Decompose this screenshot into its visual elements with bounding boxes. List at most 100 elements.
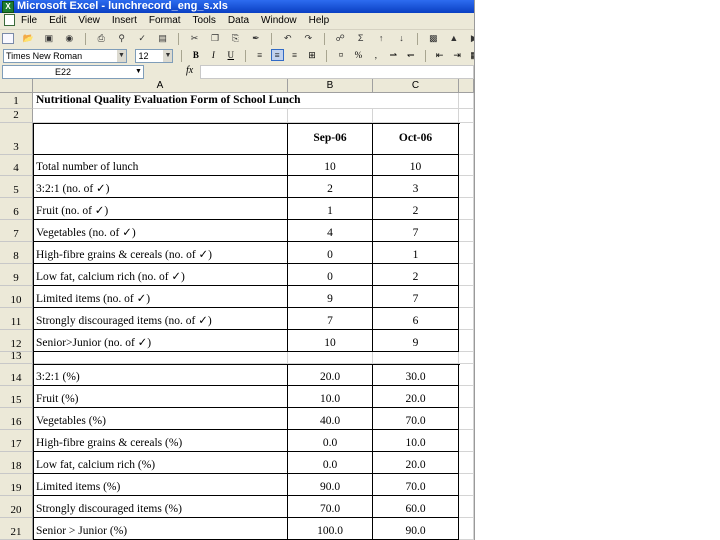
empty-cell[interactable] [459,109,474,123]
row-header[interactable]: 9 [0,264,33,286]
value-sep[interactable]: 10.0 [288,386,373,408]
empty-cell[interactable] [288,352,373,364]
menu-file[interactable]: File [21,13,37,29]
value-sep[interactable]: 0 [288,242,373,264]
menu-format[interactable]: Format [149,13,181,29]
font-size-combo[interactable]: 12 ▼ [135,49,174,63]
value-sep[interactable]: 9 [288,286,373,308]
row-header[interactable]: 10 [0,286,33,308]
autosum-icon[interactable]: Σ [355,33,367,44]
hyperlink-icon[interactable]: ☍ [334,33,346,44]
redo-icon[interactable]: ↷ [302,33,314,44]
empty-cell[interactable] [459,430,474,452]
value-oct[interactable]: 30.0 [373,364,459,386]
paste-icon[interactable]: ⎘ [229,33,241,44]
column-header-a[interactable]: A [33,79,288,93]
cut-icon[interactable]: ✂ [189,33,201,44]
menu-help[interactable]: Help [309,13,330,29]
chevron-down-icon[interactable]: ▼ [163,50,173,62]
comma-style-icon[interactable]: , [369,49,382,61]
value-oct[interactable]: 60.0 [373,496,459,518]
row-header[interactable]: 5 [0,176,33,198]
value-sep[interactable]: 20.0 [288,364,373,386]
select-all-corner[interactable] [0,79,33,93]
decrease-decimal-icon[interactable]: ↽ [404,49,417,61]
value-oct[interactable]: 10 [373,155,459,176]
value-sep[interactable]: 0.0 [288,452,373,474]
menu-edit[interactable]: Edit [49,13,66,29]
column-header-c[interactable]: C [373,79,459,93]
empty-cell[interactable] [459,93,474,109]
value-sep[interactable]: 70.0 [288,496,373,518]
row-header[interactable]: 7 [0,220,33,242]
increase-indent-icon[interactable]: ⇥ [451,49,464,61]
empty-cell[interactable] [33,352,288,364]
row-header[interactable]: 3 [0,123,33,155]
menu-tools[interactable]: Tools [193,13,216,29]
formula-input[interactable] [200,65,474,79]
empty-cell[interactable] [459,364,474,386]
value-oct[interactable]: 1 [373,242,459,264]
value-oct[interactable]: 10.0 [373,430,459,452]
new-icon[interactable] [2,33,14,44]
underline-button[interactable]: U [224,49,237,61]
value-oct[interactable]: 7 [373,286,459,308]
value-oct[interactable]: 2 [373,264,459,286]
row-header[interactable]: 14 [0,364,33,386]
value-sep[interactable]: 1 [288,198,373,220]
empty-cell[interactable] [459,308,474,330]
empty-cell[interactable] [373,352,459,364]
increase-decimal-icon[interactable]: ⇀ [387,49,400,61]
row-header[interactable]: 13 [0,350,33,364]
value-sep[interactable]: 2 [288,176,373,198]
drawing-icon[interactable]: ▲ [448,33,460,44]
copy-icon[interactable]: ❐ [209,33,221,44]
empty-cell[interactable] [459,496,474,518]
font-name-combo[interactable]: Times New Roman ▼ [3,49,127,63]
workbook-icon[interactable] [4,14,15,27]
row-header[interactable]: 21 [0,518,33,540]
value-sep[interactable]: 40.0 [288,408,373,430]
row-header[interactable]: 1 [0,93,33,109]
row-header[interactable]: 8 [0,242,33,264]
empty-cell[interactable] [459,286,474,308]
spelling-icon[interactable]: ✓ [136,33,148,44]
empty-cell[interactable] [459,474,474,496]
research-icon[interactable]: ▤ [157,33,169,44]
sort-ascending-icon[interactable]: ↑ [375,33,387,44]
open-icon[interactable]: 📂 [22,33,34,44]
empty-cell[interactable] [459,242,474,264]
value-oct[interactable]: 70.0 [373,474,459,496]
borders-icon[interactable]: ▦ [468,49,474,61]
row-header[interactable]: 12 [0,330,33,352]
value-oct[interactable]: 9 [373,330,459,352]
merge-center-icon[interactable]: ⊞ [306,49,319,61]
empty-cell[interactable] [459,176,474,198]
align-right-icon[interactable]: ≡ [288,49,301,61]
value-oct[interactable]: 90.0 [373,518,459,540]
empty-cell[interactable] [459,408,474,430]
row-header[interactable]: 20 [0,496,33,518]
empty-cell[interactable] [33,123,288,155]
menu-insert[interactable]: Insert [112,13,137,29]
align-left-icon[interactable]: ≡ [253,49,266,61]
value-oct[interactable]: 7 [373,220,459,242]
row-header[interactable]: 11 [0,308,33,330]
menu-view[interactable]: View [78,13,100,29]
value-oct[interactable]: 6 [373,308,459,330]
bold-button[interactable]: B [189,49,202,61]
value-sep[interactable]: 10 [288,330,373,352]
italic-button[interactable]: I [207,49,220,61]
empty-cell[interactable] [459,220,474,242]
empty-cell[interactable] [459,264,474,286]
empty-cell[interactable] [459,330,474,352]
empty-cell[interactable] [459,452,474,474]
chart-wizard-icon[interactable]: ▩ [427,33,439,44]
name-box[interactable]: E22 ▼ [2,65,144,79]
print-icon[interactable]: ⎙ [95,33,107,44]
value-oct[interactable]: 2 [373,198,459,220]
chevron-down-icon[interactable]: ▼ [117,50,126,62]
value-sep[interactable]: 0.0 [288,430,373,452]
row-header[interactable]: 17 [0,430,33,452]
currency-icon[interactable]: ¤ [334,49,347,61]
